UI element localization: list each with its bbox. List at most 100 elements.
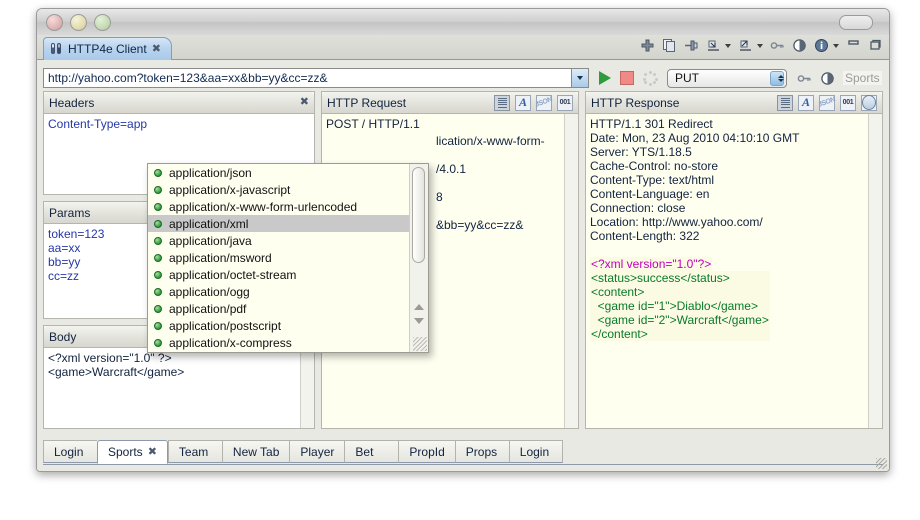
url-input[interactable] bbox=[44, 69, 571, 87]
content-type-option[interactable]: application/x-compress bbox=[148, 334, 428, 351]
body-scrollbar[interactable] bbox=[300, 348, 314, 428]
session-tab-bet[interactable]: Bet bbox=[344, 440, 399, 463]
body-text[interactable]: <?xml version="1.0" ?> <game>Warcraft</g… bbox=[44, 348, 314, 428]
body-panel-title: Body bbox=[49, 329, 77, 344]
request-frag-c: 8 bbox=[436, 190, 443, 204]
json-icon[interactable]: JSON bbox=[818, 94, 836, 111]
bullet-icon bbox=[154, 202, 162, 211]
session-tab-team[interactable]: Team bbox=[167, 440, 222, 463]
browser-icon[interactable] bbox=[861, 94, 877, 111]
session-tab-propid[interactable]: PropId bbox=[398, 440, 455, 463]
session-tab-login-2[interactable]: Login bbox=[508, 440, 563, 463]
add-icon[interactable] bbox=[640, 38, 655, 53]
export-icon[interactable] bbox=[738, 38, 753, 53]
request-panel-title: HTTP Request bbox=[327, 95, 407, 110]
contrast-icon[interactable] bbox=[792, 38, 807, 53]
pin-icon[interactable] bbox=[684, 38, 699, 53]
scroll-down-arrow-icon[interactable] bbox=[414, 318, 424, 324]
zoom-window-button[interactable] bbox=[94, 14, 111, 31]
option-label: application/x-www-form-urlencoded bbox=[169, 199, 358, 214]
session-tab-player[interactable]: Player bbox=[289, 440, 345, 463]
import-icon[interactable] bbox=[706, 38, 721, 53]
url-right-tools: Sports bbox=[797, 71, 882, 86]
raw-icon[interactable]: 001 bbox=[840, 94, 856, 111]
session-tab-props[interactable]: Props bbox=[454, 440, 509, 463]
content-type-option[interactable]: application/msword bbox=[148, 249, 428, 266]
key-icon[interactable] bbox=[770, 38, 785, 53]
bullet-icon bbox=[154, 287, 162, 296]
toolbar-toggle-button[interactable] bbox=[839, 15, 873, 30]
raw-icon[interactable]: 001 bbox=[557, 94, 573, 111]
progress-spinner-icon bbox=[643, 71, 658, 86]
url-combo[interactable] bbox=[43, 68, 589, 88]
minimize-window-button[interactable] bbox=[70, 14, 87, 31]
minimize-view-icon[interactable] bbox=[846, 38, 861, 53]
window-resize-grip[interactable] bbox=[876, 458, 887, 469]
response-panel-body[interactable]: HTTP/1.1 301 Redirect Date: Mon, 23 Aug … bbox=[586, 114, 882, 428]
session-tab-label: Sports bbox=[108, 445, 143, 459]
option-label: application/json bbox=[169, 165, 252, 180]
close-icon[interactable]: ✖ bbox=[300, 97, 309, 108]
run-request-button[interactable] bbox=[599, 71, 611, 85]
window-titlebar[interactable] bbox=[37, 9, 889, 36]
body-panel-body[interactable]: <?xml version="1.0" ?> <game>Warcraft</g… bbox=[44, 348, 314, 428]
body-line: <game>Warcraft</game> bbox=[48, 365, 185, 379]
session-tab-login-1[interactable]: Login bbox=[43, 440, 97, 463]
bullet-icon bbox=[154, 321, 162, 330]
body-line: <?xml version="1.0" ?> bbox=[48, 351, 172, 365]
http-method-spinner[interactable] bbox=[770, 70, 784, 86]
tab-bar-filler bbox=[562, 440, 883, 465]
content-type-option[interactable]: application/postscript bbox=[148, 317, 428, 334]
request-panel-icons: A JSON 001 bbox=[494, 94, 573, 111]
response-header-line: Date: Mon, 23 Aug 2010 04:10:10 GMT bbox=[590, 131, 800, 145]
session-tab-label: PropId bbox=[409, 444, 445, 459]
export-dropdown-caret-icon[interactable] bbox=[757, 43, 763, 48]
option-label: application/postscript bbox=[169, 318, 282, 333]
content-type-dropdown[interactable]: application/json application/x-javascrip… bbox=[147, 163, 429, 353]
response-header-line: HTTP/1.1 301 Redirect bbox=[590, 117, 713, 131]
content-type-option[interactable]: application/json bbox=[148, 164, 428, 181]
content-type-option[interactable]: application/x-javascript bbox=[148, 181, 428, 198]
url-history-dropdown-button[interactable] bbox=[571, 69, 588, 87]
request-scrollbar[interactable] bbox=[564, 114, 578, 428]
content-type-option[interactable]: application/java bbox=[148, 232, 428, 249]
session-tab-sports[interactable]: Sports ✖ bbox=[97, 440, 168, 464]
font-icon[interactable]: A bbox=[798, 94, 814, 111]
xml-body: <status>success</status> <content> <game… bbox=[590, 271, 770, 341]
format-icon[interactable] bbox=[494, 94, 510, 111]
import-dropdown-caret-icon[interactable] bbox=[725, 43, 731, 48]
copy-icon[interactable] bbox=[662, 38, 677, 53]
request-frag-a: lication/x-www-form- bbox=[436, 134, 545, 148]
session-tab-label: Team bbox=[178, 444, 209, 459]
close-icon[interactable]: ✖ bbox=[152, 43, 161, 55]
json-icon[interactable]: JSON bbox=[535, 94, 553, 111]
session-tab-label: Login bbox=[54, 444, 84, 459]
scroll-up-arrow-icon[interactable] bbox=[414, 304, 424, 310]
content-type-option[interactable]: application/x-www-form-urlencoded bbox=[148, 198, 428, 215]
font-icon[interactable]: A bbox=[515, 94, 531, 111]
info-icon[interactable] bbox=[814, 38, 829, 53]
bullet-icon bbox=[154, 338, 162, 347]
http-method-select[interactable]: PUT bbox=[667, 68, 787, 88]
dropdown-scroll-thumb[interactable] bbox=[412, 167, 425, 263]
info-dropdown-caret-icon[interactable] bbox=[833, 43, 839, 48]
content-type-option[interactable]: application/pdf bbox=[148, 300, 428, 317]
stop-request-button[interactable] bbox=[620, 71, 634, 85]
session-tab-new-tab[interactable]: New Tab bbox=[221, 440, 290, 463]
contrast-icon[interactable] bbox=[820, 71, 835, 86]
screenshot-root: HTTP4e Client ✖ http://yahoo.com?token=1… bbox=[0, 0, 920, 520]
close-icon[interactable]: ✖ bbox=[148, 446, 157, 458]
response-header-line: Cache-Control: no-store bbox=[590, 159, 719, 173]
dropdown-resize-grip[interactable] bbox=[413, 337, 427, 351]
content-type-option[interactable]: application/octet-stream bbox=[148, 266, 428, 283]
key-icon[interactable] bbox=[797, 71, 812, 86]
format-icon[interactable] bbox=[777, 94, 793, 111]
content-type-option-selected[interactable]: application/xml bbox=[148, 215, 428, 232]
request-frag-d: &bb=yy&cc=zz& bbox=[436, 218, 524, 232]
close-window-button[interactable] bbox=[46, 14, 63, 31]
response-scrollbar[interactable] bbox=[868, 114, 882, 428]
maximize-view-icon[interactable] bbox=[868, 38, 883, 53]
content-type-option[interactable]: application/ogg bbox=[148, 283, 428, 300]
view-tab-http4e-client[interactable]: HTTP4e Client ✖ bbox=[43, 37, 172, 60]
dropdown-scrollbar[interactable] bbox=[409, 164, 428, 352]
